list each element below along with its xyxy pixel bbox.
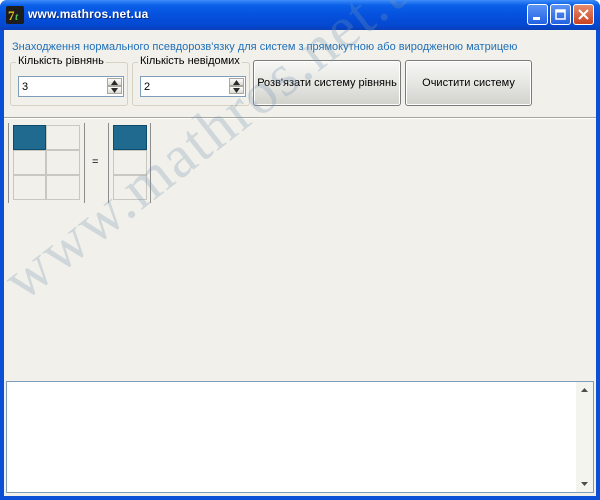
matrix-cell[interactable] bbox=[46, 125, 80, 150]
vertical-scrollbar[interactable] bbox=[576, 382, 593, 492]
minimize-icon bbox=[533, 17, 540, 20]
constants-vector bbox=[108, 123, 151, 203]
maximize-button[interactable] bbox=[550, 4, 571, 25]
equations-stepper[interactable] bbox=[18, 76, 124, 97]
equations-decrement-button[interactable] bbox=[107, 86, 122, 94]
result-textarea[interactable] bbox=[6, 381, 594, 493]
arrow-down-icon bbox=[581, 482, 588, 486]
equations-label: Кількість рівнянь bbox=[16, 55, 106, 67]
window-title: www.mathros.net.ua bbox=[28, 7, 149, 21]
maximize-icon bbox=[555, 9, 566, 20]
equals-sign: = bbox=[92, 156, 99, 168]
equations-input[interactable] bbox=[19, 77, 105, 96]
unknowns-label: Кількість невідомих bbox=[138, 55, 242, 67]
matrix-cell[interactable] bbox=[13, 125, 46, 150]
unknowns-stepper[interactable] bbox=[140, 76, 246, 97]
arrow-up-icon bbox=[233, 80, 240, 85]
matrix-cell[interactable] bbox=[46, 150, 80, 175]
arrow-up-icon bbox=[111, 80, 118, 85]
scroll-down-button[interactable] bbox=[576, 475, 593, 492]
app-window: 7 t www.mathros.net.ua Знаходження норма… bbox=[0, 0, 600, 500]
unknowns-increment-button[interactable] bbox=[229, 78, 244, 86]
unknowns-spin-buttons bbox=[229, 78, 244, 95]
clear-button[interactable]: Очистити систему bbox=[405, 60, 532, 106]
close-icon bbox=[578, 9, 589, 20]
scroll-up-button[interactable] bbox=[576, 382, 593, 399]
close-button[interactable] bbox=[573, 4, 594, 25]
coefficient-matrix bbox=[8, 123, 85, 203]
client-area: Знаходження нормального псевдорозв'язку … bbox=[4, 30, 596, 496]
unknowns-group: Кількість невідомих bbox=[132, 55, 250, 106]
svg-text:7: 7 bbox=[8, 8, 15, 23]
matrix-cell[interactable] bbox=[46, 175, 80, 200]
unknowns-input[interactable] bbox=[141, 77, 227, 96]
divider bbox=[4, 117, 596, 119]
matrix-cell[interactable] bbox=[13, 150, 46, 175]
vector-cell[interactable] bbox=[113, 175, 147, 200]
equations-increment-button[interactable] bbox=[107, 78, 122, 86]
title-bar[interactable]: 7 t www.mathros.net.ua bbox=[0, 0, 600, 30]
matrix-cell[interactable] bbox=[13, 175, 46, 200]
arrow-down-icon bbox=[111, 88, 118, 93]
vector-cell[interactable] bbox=[113, 150, 147, 175]
page-heading: Знаходження нормального псевдорозв'язку … bbox=[12, 41, 518, 53]
solve-button[interactable]: Розв'язати систему рівнянь bbox=[253, 60, 401, 106]
equations-spin-buttons bbox=[107, 78, 122, 95]
minimize-button[interactable] bbox=[527, 4, 548, 25]
unknowns-decrement-button[interactable] bbox=[229, 86, 244, 94]
arrow-down-icon bbox=[233, 88, 240, 93]
vector-cell[interactable] bbox=[113, 125, 147, 150]
equations-group: Кількість рівнянь bbox=[10, 55, 128, 106]
arrow-up-icon bbox=[581, 388, 588, 392]
app-logo-icon: 7 t bbox=[6, 6, 24, 24]
